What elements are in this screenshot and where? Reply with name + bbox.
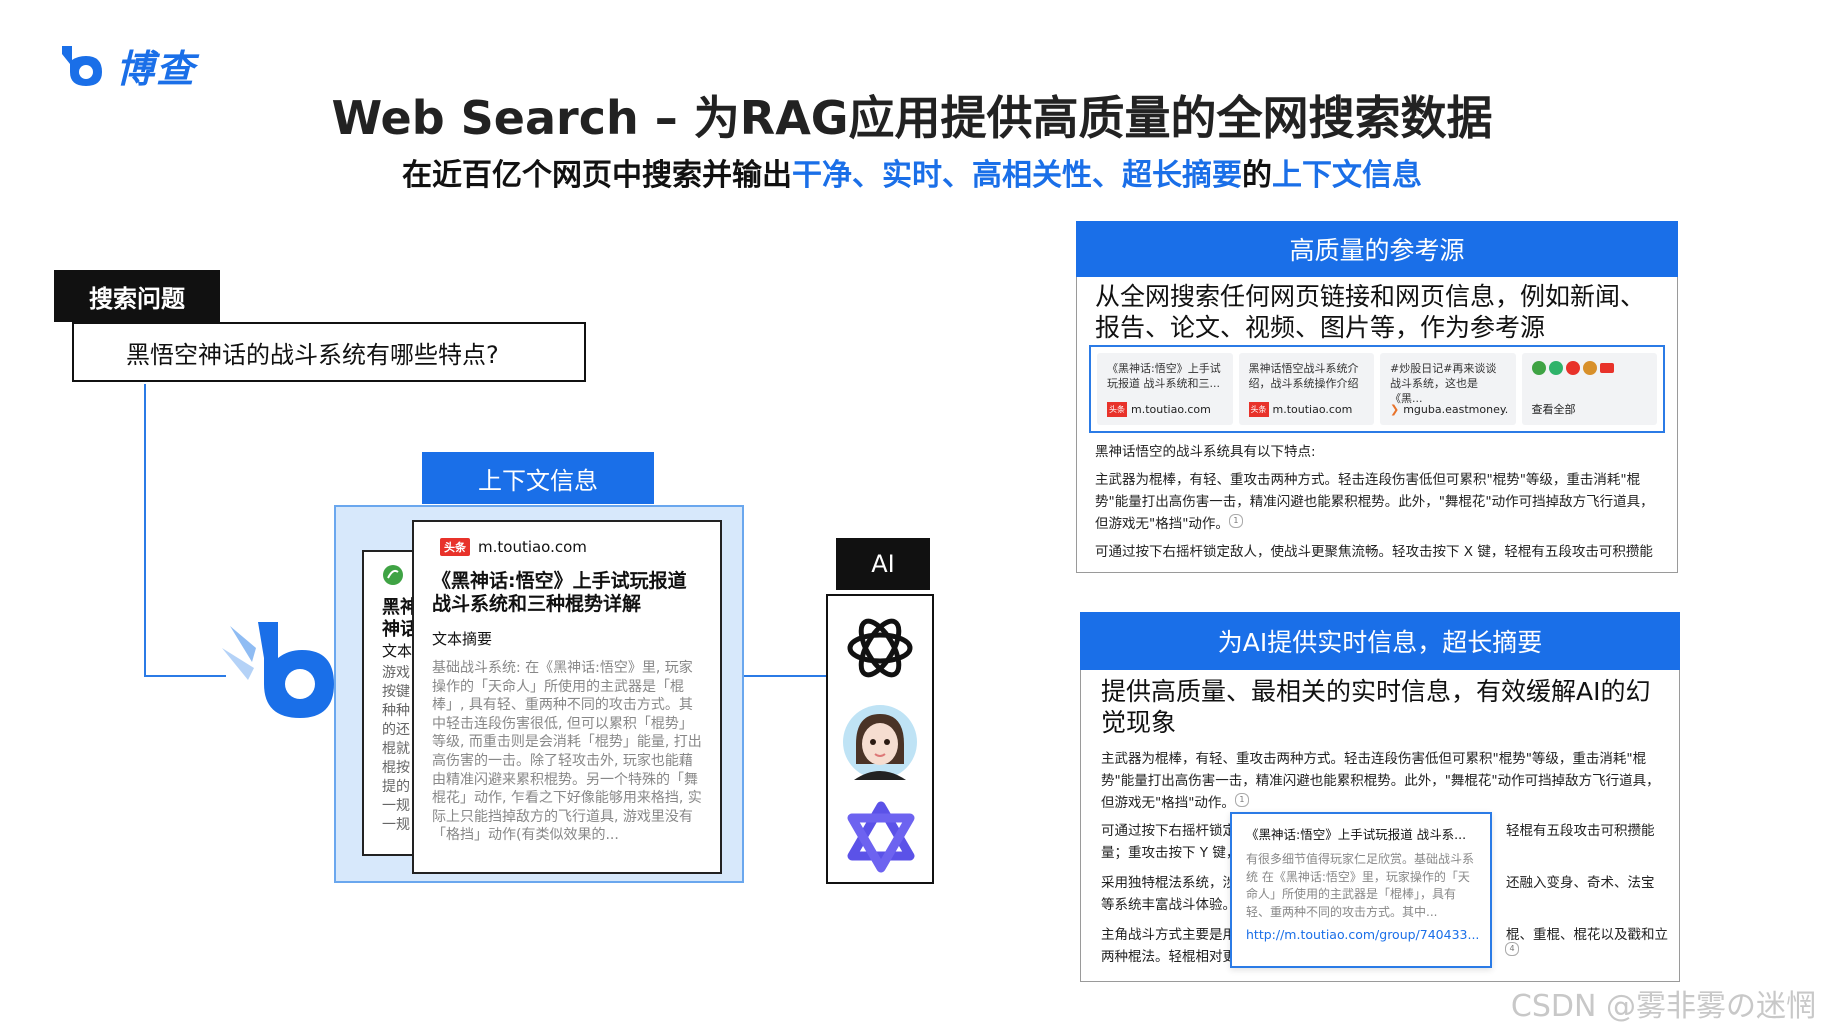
citation-marker[interactable]: 1: [1228, 513, 1243, 528]
context-card-front[interactable]: 头条 m.toutiao.com 《黑神话:悟空》上手试玩报道战斗系统和三种棍势…: [412, 520, 722, 874]
view-all-card[interactable]: 查看全部: [1521, 353, 1657, 425]
realtime-row2-left: 可通过按下右摇杆锁定: [1101, 823, 1236, 839]
reference-url: m.toutiao.com: [1131, 403, 1211, 416]
query-label: 搜索问题: [54, 270, 220, 322]
back-card-summary-label: 文本: [382, 642, 413, 660]
citation-marker[interactable]: 1: [1234, 792, 1249, 807]
page-subtitle: 在近百亿个网页中搜索并输出干净、实时、高相关性、超长摘要的上下文信息: [0, 150, 1824, 194]
query-text: 黑悟空神话的战斗系统有哪些特点?: [126, 340, 499, 369]
realtime-row3-left: 量；重攻击按下 Y 键，: [1101, 845, 1240, 861]
connector-vertical: [144, 384, 146, 676]
assistant-avatar-icon: [843, 705, 917, 780]
card-source-url: m.toutiao.com: [478, 538, 587, 556]
citation-popup[interactable]: 《黑神话:悟空》上手试玩报道 战斗系... 有很多细节值得玩家仁足欣赏。基础战斗…: [1230, 812, 1492, 968]
popup-title: 《黑神话:悟空》上手试玩报道 战斗系...: [1246, 827, 1467, 842]
bocha-emblem-icon: [222, 622, 334, 718]
connector-horizontal-right: [744, 675, 828, 677]
reference-list: 《黑神话:悟空》上手试玩报道 战斗系统和三... 头条 m.toutiao.com…: [1089, 345, 1665, 433]
toutiao-badge-icon: 头条: [1248, 402, 1269, 417]
realtime-row6-right: 棍、重棍、棍花以及戳和立: [1506, 927, 1668, 943]
sources-panel-heading: 从全网搜索任何网页链接和网页信息，例如新闻、报告、论文、视频、图片等，作为参考源: [1095, 282, 1646, 342]
site-icons: [1531, 361, 1648, 375]
realtime-para1: 主武器为棍棒，有轻、重攻击两种方式。轻击连段伤害低但可累积"棍势"等级，重击消耗…: [1101, 748, 1667, 814]
sources-panel-header: 高质量的参考源: [1076, 221, 1678, 277]
popup-body: 有很多细节值得玩家仁足欣赏。基础战斗系统 在《黑神话:悟空》里，玩家操作的「天命…: [1246, 852, 1475, 919]
subtitle-part1: 在近百亿个网页中搜索并输出: [402, 158, 792, 193]
reference-url: m.toutiao.com: [1272, 403, 1353, 416]
answer-para1: 主武器为棍棒，有轻、重攻击两种方式。轻击连段伤害低但可累积"棍势"等级，重击消耗…: [1095, 469, 1665, 535]
toutiao-badge-icon: 头条: [1107, 402, 1127, 417]
site-icon: [1565, 361, 1580, 375]
connector-horizontal-left: [144, 675, 226, 677]
reference-card[interactable]: 黑神话悟空战斗系统介绍，战斗系统操作介绍 头条 m.toutiao.com: [1238, 353, 1374, 425]
reference-title: 黑神话悟空战斗系统介绍，战斗系统操作介绍: [1248, 362, 1359, 390]
back-card-body: 游戏 按键 种种 的还 棍就 棍按 提的 一规 一规: [382, 665, 410, 833]
toutiao-badge-icon: 头条: [440, 538, 470, 556]
realtime-row2-right: 轻棍有五段攻击可积攒能: [1506, 823, 1655, 839]
site-icon: [1582, 361, 1597, 375]
card-source-row: 头条 m.toutiao.com: [440, 538, 702, 556]
realtime-row4-right: 还融入变身、奇术、法宝: [1506, 875, 1655, 891]
site-icon: [1599, 363, 1614, 373]
popup-url-link[interactable]: http://m.toutiao.com/group/740433...: [1246, 927, 1479, 942]
ai-label: AI: [836, 538, 930, 590]
realtime-panel-header: 为AI提供实时信息，超长摘要: [1080, 612, 1680, 670]
sources-panel: 从全网搜索任何网页链接和网页信息，例如新闻、报告、论文、视频、图片等，作为参考源…: [1076, 277, 1678, 573]
reference-url: mguba.eastmoney.: [1403, 403, 1509, 416]
realtime-para1-text: 主武器为棍棒，有轻、重攻击两种方式。轻击连段伤害低但可累积"棍势"等级，重击消耗…: [1101, 751, 1660, 811]
realtime-row7-left: 两种棍法。轻棍相对更: [1101, 949, 1236, 965]
realtime-row6-left: 主角战斗方式主要是用: [1101, 927, 1236, 943]
view-all-link[interactable]: 查看全部: [1532, 402, 1576, 417]
card-summary-body: 基础战斗系统: 在《黑神话:悟空》里, 玩家操作的「天命人」所使用的主武器是「棍…: [432, 660, 702, 844]
realtime-panel-heading: 提供高质量、最相关的实时信息，有效缓解AI的幻觉现象: [1101, 677, 1651, 737]
subtitle-highlight1: 干净、实时、高相关性、超长摘要: [792, 158, 1242, 193]
card-summary-label: 文本摘要: [432, 630, 493, 648]
citation-marker[interactable]: 4: [1505, 942, 1519, 956]
answer-intro: 黑神话悟空的战斗系统具有以下特点:: [1095, 444, 1316, 460]
site-icon: [1548, 361, 1563, 375]
source-site-icon: [383, 565, 403, 585]
answer-para1-text: 主武器为棍棒，有轻、重攻击两种方式。轻击连段伤害低但可累积"棍势"等级，重击消耗…: [1095, 472, 1654, 532]
page-title: Web Search – 为RAG应用提供高质量的全网搜索数据: [331, 91, 1493, 145]
ai-models-box: [826, 594, 934, 884]
realtime-row5-left: 等系统丰富战斗体验。: [1101, 897, 1236, 913]
watermark: CSDN @雾非雾の迷惘: [1510, 989, 1816, 1024]
query-box: 黑悟空神话的战斗系统有哪些特点?: [72, 322, 586, 382]
subtitle-part2: 的: [1242, 158, 1272, 193]
reference-card[interactable]: 《黑神话:悟空》上手试玩报道 战斗系统和三... 头条 m.toutiao.com: [1097, 353, 1233, 425]
subtitle-highlight2: 上下文信息: [1272, 158, 1422, 193]
reference-title: #炒股日记#再来谈谈战斗系统，这也是《黑...: [1390, 362, 1497, 405]
site-icon: [1531, 361, 1546, 375]
reference-title: 《黑神话:悟空》上手试玩报道 战斗系统和三...: [1107, 362, 1221, 390]
reference-card[interactable]: #炒股日记#再来谈谈战斗系统，这也是《黑... ❯ mguba.eastmoney…: [1380, 353, 1516, 425]
openai-logo-icon: [847, 618, 913, 678]
answer-para2: 可通过按下右摇杆锁定敌人，使战斗更聚焦流畅。轻攻击按下 X 键，轻棍有五段攻击可…: [1095, 544, 1653, 560]
card-title: 《黑神话:悟空》上手试玩报道战斗系统和三种棍势详解: [432, 570, 687, 615]
qwen-logo-icon: [847, 801, 915, 873]
eastmoney-icon: ❯: [1390, 403, 1400, 416]
realtime-row4-left: 采用独特棍法系统，涉: [1101, 875, 1236, 891]
context-label: 上下文信息: [422, 452, 654, 504]
bocha-logo-icon: [62, 45, 102, 86]
